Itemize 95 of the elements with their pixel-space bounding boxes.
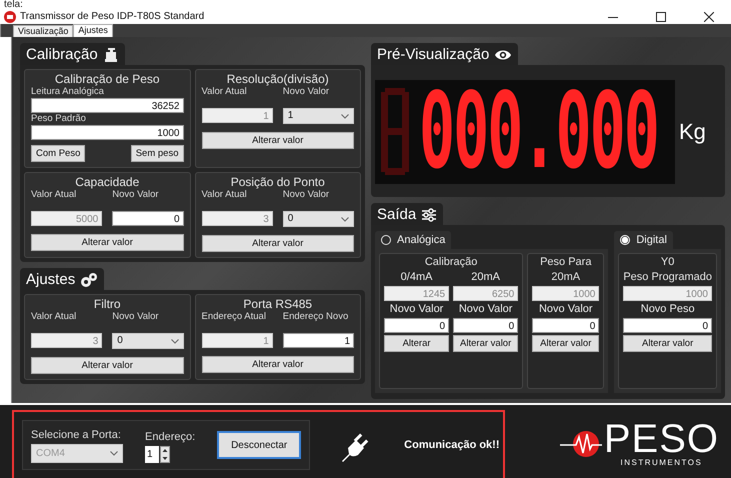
disconnect-button[interactable]: Desconectar <box>217 431 302 459</box>
radio-label: Analógica <box>397 234 446 246</box>
value-field: 5000 <box>31 211 102 226</box>
spinner-arrows-icon[interactable] <box>160 446 170 463</box>
panel-title: Peso Programado <box>623 271 712 283</box>
field-label: Endereço Atual <box>202 311 267 323</box>
unit-label: Kg <box>679 119 706 145</box>
caption-text: tela: <box>3 0 24 9</box>
chevron-icon <box>341 216 349 222</box>
panel-title: Y0 <box>660 256 676 268</box>
dropdown[interactable]: 1 <box>282 108 354 124</box>
field-label: Valor Atual <box>202 189 248 201</box>
column-label: 20mA <box>470 271 502 284</box>
change-value-button[interactable]: Alterar valor <box>202 356 354 373</box>
change-value-button[interactable]: Alterar valor <box>532 335 600 352</box>
tab[interactable]: Visualização <box>13 25 74 38</box>
input-field[interactable]: 0 <box>532 318 600 333</box>
change-value-button[interactable]: Alterar <box>384 335 450 352</box>
field-label: Novo Valor <box>282 189 330 201</box>
value-field: 3 <box>202 211 273 226</box>
section-title: Pré-Visualização <box>377 46 490 63</box>
field-label: Leitura Analógica <box>31 86 105 98</box>
gears-icon <box>80 272 98 288</box>
field-label: Novo Valor <box>458 303 514 316</box>
logo-tagline: INSTRUMENTOS <box>620 458 702 468</box>
field-label: Peso Padrão <box>31 113 87 125</box>
scale-icon <box>102 46 119 62</box>
radio-label: Digital <box>636 234 667 246</box>
column-label: 0/4mA <box>400 271 434 284</box>
field-label: Selecione a Porta: <box>31 429 122 441</box>
action-button[interactable]: Com Peso <box>31 145 86 162</box>
change-value-button[interactable]: Alterar valor <box>31 357 184 374</box>
section-title: Saída <box>377 206 416 223</box>
change-value-button[interactable]: Alterar valor <box>453 335 518 352</box>
input-field[interactable]: 0 <box>384 318 450 333</box>
panel-title: Peso Para <box>539 256 592 268</box>
input-field[interactable]: 1 <box>282 333 354 348</box>
section-title: Calibração <box>26 46 98 63</box>
chevron-icon <box>110 451 118 456</box>
radio-option[interactable]: Digital <box>614 231 673 249</box>
input-field[interactable]: 0 <box>623 318 712 333</box>
number-field[interactable]: 1 <box>145 446 159 463</box>
panel-title: Porta RS485 <box>242 297 314 311</box>
logo-text: PESO <box>604 420 719 458</box>
input-field[interactable]: 36252 <box>31 98 184 113</box>
value-field: 1000 <box>532 286 600 301</box>
input-field[interactable]: 0 <box>112 211 184 226</box>
change-value-button[interactable]: Alterar valor <box>31 234 184 251</box>
app-icon <box>4 10 16 22</box>
radio-button[interactable] <box>381 235 391 245</box>
panel-title: 20mA <box>550 271 582 283</box>
field-label: Novo Peso <box>640 303 696 316</box>
weight-reading: 000.000 <box>419 86 658 178</box>
radio-option[interactable]: Analógica <box>375 231 452 249</box>
dropdown[interactable]: 0 <box>112 333 184 349</box>
field-label: Novo Valor <box>282 86 330 98</box>
value-field: 6250 <box>453 286 518 301</box>
window-title: Transmissor de Peso IDP-T80S Standard <box>20 11 206 22</box>
maximize-icon[interactable] <box>656 12 666 22</box>
value-field: 3 <box>31 333 102 348</box>
close-icon[interactable] <box>704 12 714 22</box>
tab[interactable]: Ajustes <box>73 24 113 37</box>
action-button[interactable]: Sem peso <box>130 145 184 162</box>
field-label: Valor Atual <box>202 86 248 98</box>
field-label: Valor Atual <box>31 189 78 201</box>
status-text: Comunicação ok!! <box>404 439 500 451</box>
input-field[interactable]: 1000 <box>31 125 184 140</box>
field-label: Novo Valor <box>538 303 594 316</box>
field-label: Valor Atual <box>31 311 78 323</box>
value-field: 1 <box>202 108 273 123</box>
panel-title: Calibração de Peso <box>54 72 161 86</box>
panel-title: Filtro <box>92 297 122 311</box>
logo-mark-icon <box>560 429 602 459</box>
field-label: Novo Valor <box>112 311 160 323</box>
eye-icon <box>494 48 512 60</box>
panel-title: Calibração <box>424 256 478 268</box>
value-field: 1245 <box>384 286 450 301</box>
sliders-icon <box>421 208 438 222</box>
field-label: Novo Valor <box>388 303 444 316</box>
panel-title: Posição do Ponto <box>230 175 326 189</box>
change-value-button[interactable]: Alterar valor <box>202 132 354 149</box>
value-field: 1 <box>202 333 273 348</box>
panel-title: Capacidade <box>74 175 140 189</box>
chevron-icon <box>170 338 178 344</box>
chevron-icon <box>341 114 349 118</box>
panel-title: Resolução(divisão) <box>226 72 330 86</box>
field-label: Endereço Novo <box>282 311 350 323</box>
input-field[interactable]: 0 <box>453 318 518 333</box>
dropdown[interactable]: 0 <box>282 211 354 227</box>
section-title: Ajustes <box>26 271 76 288</box>
field-label: Novo Valor <box>112 189 160 201</box>
field-label: Endereço: <box>145 431 196 443</box>
value-field: 1000 <box>623 286 712 301</box>
change-value-button[interactable]: Alterar valor <box>623 335 712 352</box>
change-value-button[interactable]: Alterar valor <box>202 235 354 252</box>
